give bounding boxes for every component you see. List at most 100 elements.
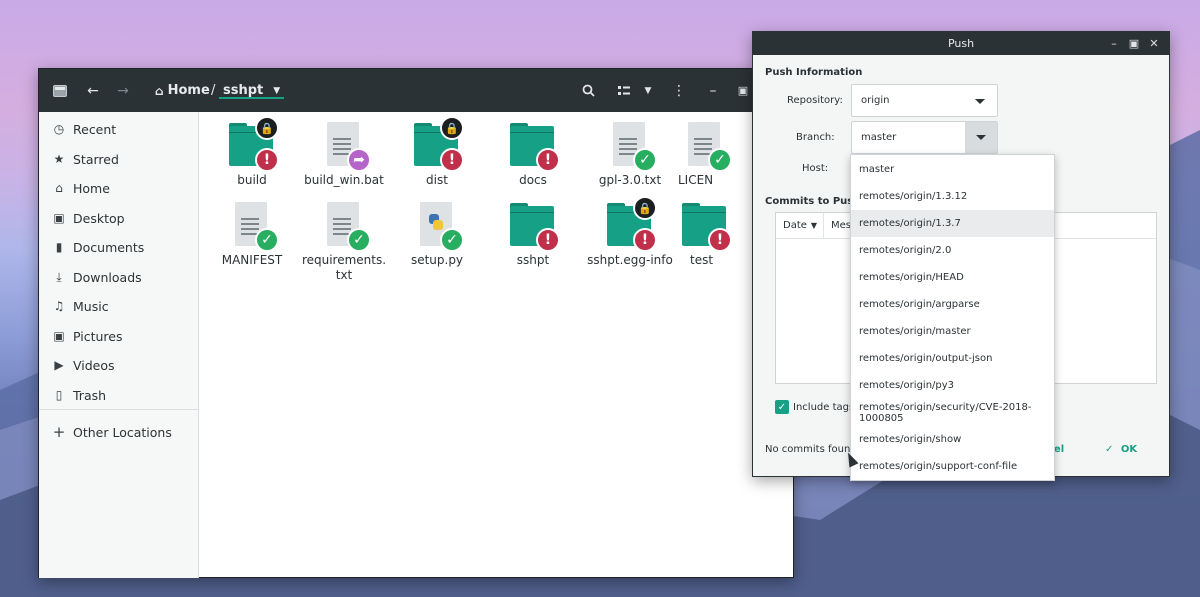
branch-option[interactable]: remotes/origin/1.3.12 xyxy=(851,183,1054,210)
view-options-button[interactable]: ▼ xyxy=(639,69,657,112)
sidebar-item-label: Documents xyxy=(73,239,145,255)
file-item-test[interactable]: ! test xyxy=(678,200,748,268)
sidebar-item-label: Home xyxy=(73,180,110,196)
back-button[interactable]: ← xyxy=(83,69,103,112)
file-name: LICEN xyxy=(678,173,714,187)
ok-emblem-icon: ✓ xyxy=(708,148,732,172)
branch-value: master xyxy=(861,132,897,143)
file-item-license[interactable]: ✓ LICEN xyxy=(678,120,748,188)
file-name: test xyxy=(690,253,714,267)
kebab-menu-icon: ⋮ xyxy=(672,82,686,99)
file-item-dist[interactable]: 🔒 ! dist xyxy=(389,116,485,188)
error-emblem-icon: ! xyxy=(708,228,732,252)
repository-combo[interactable]: origin xyxy=(851,84,998,117)
branch-combo-arrow-button[interactable] xyxy=(965,122,997,153)
file-name: setup.py xyxy=(410,253,464,267)
file-item-build[interactable]: 🔒 ! build xyxy=(204,116,300,188)
file-item-gpl-3-0-txt[interactable]: ✓ gpl-3.0.txt xyxy=(582,120,678,188)
branch-option[interactable]: remotes/origin/show xyxy=(851,426,1054,453)
chevron-down-icon xyxy=(975,99,985,104)
branch-option[interactable]: remotes/origin/py3 xyxy=(851,372,1054,399)
file-item-manifest[interactable]: ✓ MANIFEST xyxy=(204,200,300,268)
text-file-icon: ✓ xyxy=(319,200,371,252)
check-icon: ✓ xyxy=(1105,444,1114,455)
pictures-icon: ▣ xyxy=(53,329,65,343)
branch-option[interactable]: master xyxy=(851,156,1054,183)
sidebar-item-starred[interactable]: ★ Starred xyxy=(39,146,199,172)
ok-emblem-icon: ✓ xyxy=(633,148,657,172)
forward-button[interactable]: → xyxy=(113,69,133,112)
dialog-close-button[interactable]: ✕ xyxy=(1145,32,1163,55)
sidebar-item-music[interactable]: ♫ Music xyxy=(39,293,199,319)
error-emblem-icon: ! xyxy=(440,148,464,172)
branch-dropdown-menu: master remotes/origin/1.3.12 remotes/ori… xyxy=(850,154,1055,481)
file-name: requirements. txt xyxy=(301,253,387,282)
dialog-maximize-button[interactable]: ▣ xyxy=(1125,32,1143,55)
sidebar-item-trash[interactable]: ▯ Trash xyxy=(39,382,199,408)
list-view-icon xyxy=(618,85,630,95)
sidebar-item-downloads[interactable]: ⤓ Downloads xyxy=(39,264,199,290)
sidebar-item-desktop[interactable]: ▣ Desktop xyxy=(39,205,199,231)
include-tags-label: Include tags xyxy=(793,402,855,413)
column-date[interactable]: Date ▼ xyxy=(776,213,824,238)
close-icon: ✕ xyxy=(1149,37,1159,50)
branch-option[interactable]: remotes/origin/2.0 xyxy=(851,237,1054,264)
file-name: build xyxy=(237,173,267,187)
check-icon: ✓ xyxy=(777,401,787,413)
video-icon: ▶ xyxy=(54,358,64,372)
sidebar-item-documents[interactable]: ▮ Documents xyxy=(39,234,199,260)
file-item-requirements-txt[interactable]: ✓ requirements. txt xyxy=(296,200,392,283)
sidebar-item-label: Starred xyxy=(73,151,119,167)
file-name: sshpt.egg-info xyxy=(587,253,673,267)
sidebar-item-home[interactable]: ⌂ Home xyxy=(39,175,199,201)
breadcrumb-active-underline xyxy=(219,97,285,99)
sidebar-item-label: Downloads xyxy=(73,269,142,285)
sidebar-toggle-button[interactable] xyxy=(49,69,71,112)
dialog-minimize-button[interactable]: – xyxy=(1105,32,1123,55)
minimize-button[interactable]: – xyxy=(703,69,723,112)
search-icon xyxy=(582,84,595,97)
file-item-sshpt[interactable]: ! sshpt xyxy=(485,200,581,268)
sidebar-item-videos[interactable]: ▶ Videos xyxy=(39,352,199,378)
branch-combo[interactable]: master xyxy=(851,121,998,154)
menu-button[interactable]: ⋮ xyxy=(669,69,689,112)
breadcrumb-home-label: Home xyxy=(167,83,210,98)
download-icon: ⤓ xyxy=(56,269,62,284)
file-name: dist xyxy=(426,173,448,187)
column-date-label: Date xyxy=(783,220,807,231)
breadcrumb-current[interactable]: sshpt ▼ xyxy=(219,69,285,112)
sidebar-item-label: Other Locations xyxy=(73,424,172,440)
sidebar-item-other-locations[interactable]: + Other Locations xyxy=(39,419,199,445)
branch-option[interactable]: remotes/origin/support-conf-file xyxy=(851,453,1054,480)
chevron-down-icon: ▼ xyxy=(273,85,281,96)
file-item-sshpt-egg-info[interactable]: 🔒 ! sshpt.egg-info xyxy=(582,196,678,268)
include-tags-checkbox[interactable]: ✓ xyxy=(775,400,789,414)
sidebar-divider xyxy=(39,409,199,410)
breadcrumb-home[interactable]: ⌂ Home xyxy=(155,69,210,112)
file-item-build-win-bat[interactable]: ➦ build_win.bat xyxy=(296,120,392,188)
sidebar-item-recent[interactable]: ◷ Recent xyxy=(39,116,199,142)
branch-option[interactable]: remotes/origin/master xyxy=(851,318,1054,345)
chevron-down-icon xyxy=(976,135,986,140)
plus-icon: + xyxy=(52,423,66,441)
sidebar-toggle-icon xyxy=(53,84,67,97)
folder-icon: 🔒 ! xyxy=(605,196,657,252)
dialog-title: Push xyxy=(947,37,975,50)
ok-button[interactable]: ✓ OK xyxy=(1105,444,1137,455)
file-item-setup-py[interactable]: ✓ setup.py xyxy=(389,200,485,268)
branch-option[interactable]: remotes/origin/HEAD xyxy=(851,264,1054,291)
file-item-docs[interactable]: ! docs xyxy=(485,120,581,188)
branch-option[interactable]: remotes/origin/security/CVE-2018-1000805 xyxy=(851,399,1054,426)
sidebar-item-label: Music xyxy=(73,298,109,314)
view-list-button[interactable] xyxy=(613,69,635,112)
sidebar-item-label: Desktop xyxy=(73,210,125,226)
branch-option[interactable]: remotes/origin/output-json xyxy=(851,345,1054,372)
search-button[interactable] xyxy=(577,69,599,112)
branch-option[interactable]: remotes/origin/argparse xyxy=(851,291,1054,318)
lock-icon: 🔒 xyxy=(440,116,464,140)
trash-icon: ▯ xyxy=(55,388,63,402)
maximize-button[interactable]: ▣ xyxy=(733,69,753,112)
branch-option-highlighted[interactable]: remotes/origin/1.3.7 xyxy=(851,210,1054,237)
sidebar-item-pictures[interactable]: ▣ Pictures xyxy=(39,323,199,349)
section-commits-to-push: Commits to Push xyxy=(765,196,861,207)
